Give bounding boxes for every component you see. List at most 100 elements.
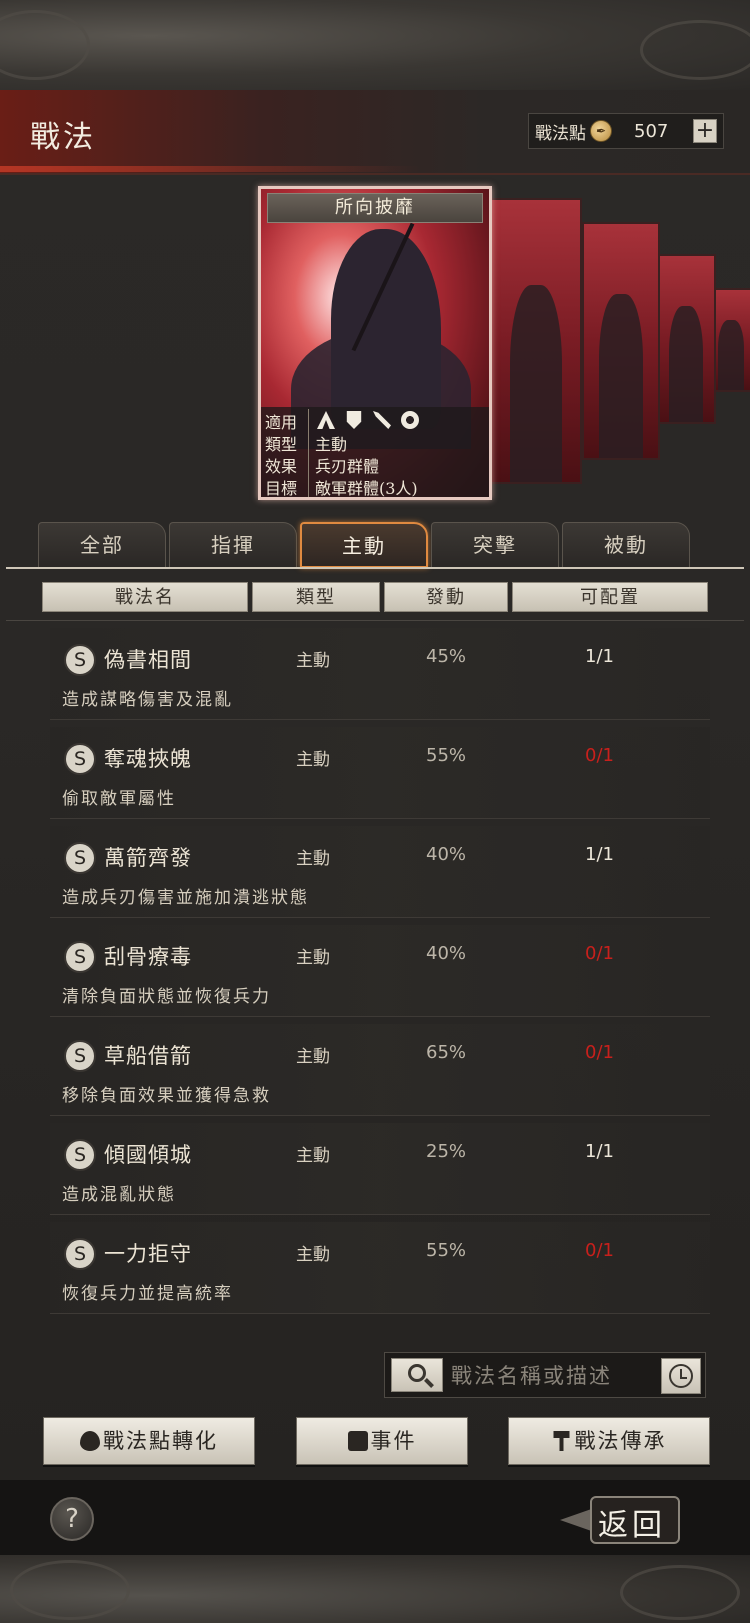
tactic-points-label: 戰法點 [535,123,586,144]
tactic-description: 造成混亂狀態 [62,1185,176,1205]
tactic-name: 偽書相間 [104,648,192,672]
event-button[interactable]: 事件 [296,1417,468,1465]
featured-tactic-card[interactable]: 所向披靡 適用 類型 主動 效果 兵刃群體 目標 敵軍群體(3人) [258,186,492,500]
tactic-points-box: 戰法點 ✒ 507 + [528,113,724,149]
tactic-description: 恢復兵力並提高統率 [62,1284,233,1304]
general-silhouette [331,229,441,429]
column-header-type[interactable]: 類型 [252,582,380,612]
search-icon-handle [424,1378,434,1388]
bow-icon [373,411,391,429]
tactic-rate: 55% [426,745,467,766]
tab-command[interactable]: 指揮 [169,522,297,568]
inherit-button[interactable]: 戰法傳承 [508,1417,710,1465]
grade-badge: S [64,1040,96,1072]
column-header-rate[interactable]: 發動 [384,582,508,612]
tactic-rate: 55% [426,1240,467,1261]
wheel-icon [401,411,419,429]
tactic-type: 主動 [296,651,330,671]
list-item[interactable]: S 偽書相間 主動 45% 1/1 造成謀略傷害及混亂 [50,628,710,720]
tactic-points-value: 507 [634,120,669,142]
add-points-button[interactable]: + [693,119,717,143]
tactic-rate: 45% [426,646,467,667]
tactic-name: 奪魂挾魄 [104,747,192,771]
info-key: 效果 [265,453,309,476]
grade-badge: S [64,1238,96,1270]
tactic-name: 萬箭齊發 [104,846,192,870]
grade-badge: S [64,644,96,676]
page-title: 戰法 [30,120,96,155]
event-label: 事件 [370,1429,417,1453]
card-thumbnail[interactable] [582,222,660,460]
card-thumbnail[interactable] [490,198,582,484]
info-value: 兵刃群體 [315,457,380,476]
alert-icon [347,1431,368,1451]
list-item[interactable]: S 傾國傾城 主動 25% 1/1 造成混亂狀態 [50,1123,710,1215]
card-info-row: 效果 兵刃群體 [265,453,380,476]
tactic-name: 刮骨療毒 [104,945,192,969]
hammer-icon [553,1431,570,1451]
tactic-description: 清除負面狀態並恢復兵力 [62,987,271,1007]
tactic-rate: 25% [426,1141,467,1162]
tab-all[interactable]: 全部 [38,522,166,568]
applicable-unit-icons [309,409,419,431]
tactic-available: 1/1 [585,1141,614,1162]
grade-badge: S [64,1139,96,1171]
convert-points-label: 戰法點轉化 [103,1429,218,1453]
history-button[interactable] [661,1358,701,1394]
column-header-name[interactable]: 戰法名 [42,582,248,612]
convert-points-button[interactable]: 戰法點轉化 [43,1417,255,1465]
cloud-ornament [10,1560,130,1620]
list-item[interactable]: S 刮骨療毒 主動 40% 0/1 清除負面狀態並恢復兵力 [50,925,710,1017]
list-item[interactable]: S 萬箭齊發 主動 40% 1/1 造成兵刃傷害並施加潰逃狀態 [50,826,710,918]
card-info-row: 類型 主動 [265,431,347,454]
list-item[interactable]: S 奪魂挾魄 主動 55% 0/1 偷取敵軍屬性 [50,727,710,819]
tactic-rate: 40% [426,943,467,964]
tactic-description: 造成謀略傷害及混亂 [62,690,233,710]
inherit-label: 戰法傳承 [574,1429,667,1453]
cloud-ornament [620,1565,740,1620]
card-name: 所向披靡 [267,193,483,223]
search-input[interactable] [451,1359,651,1393]
card-info-row: 目標 敵軍群體(3人) [265,475,418,497]
info-key: 目標 [265,475,309,497]
coin-icon: ✒ [590,120,612,142]
search-bar [384,1352,706,1398]
info-value: 敵軍群體(3人) [315,479,418,498]
tactic-available: 0/1 [585,943,614,964]
tactic-available: 1/1 [585,844,614,865]
tactic-available: 0/1 [585,1042,614,1063]
cloud-ornament [640,20,750,80]
tactic-available: 1/1 [585,646,614,667]
card-thumbnail[interactable] [656,254,716,424]
back-button[interactable]: 返回 [560,1492,700,1548]
search-button[interactable] [391,1358,443,1392]
tactic-available: 0/1 [585,1240,614,1261]
list-item[interactable]: S 一力拒守 主動 55% 0/1 恢復兵力並提高統率 [50,1222,710,1314]
top-decor-band [0,0,750,90]
shield-icon [346,411,362,429]
help-button[interactable]: ? [50,1497,94,1541]
tactic-name: 草船借箭 [104,1044,192,1068]
tactic-type: 主動 [296,849,330,869]
tactic-name: 一力拒守 [104,1242,192,1266]
tactic-available: 0/1 [585,745,614,766]
tab-assault[interactable]: 突擊 [431,522,559,568]
category-tabs: 全部 指揮 主動 突擊 被動 [38,522,718,568]
grade-badge: S [64,743,96,775]
tab-active[interactable]: 主動 [300,522,428,568]
tab-divider [6,567,744,569]
tactic-description: 造成兵刃傷害並施加潰逃狀態 [62,888,309,908]
column-header-available[interactable]: 可配置 [512,582,708,612]
tactic-type: 主動 [296,1146,330,1166]
grade-badge: S [64,842,96,874]
tactic-description: 偷取敵軍屬性 [62,789,176,809]
tactic-type: 主動 [296,948,330,968]
flame-icon [80,1431,100,1451]
list-item[interactable]: S 草船借箭 主動 65% 0/1 移除負面效果並獲得急救 [50,1024,710,1116]
search-icon [408,1364,426,1382]
tab-passive[interactable]: 被動 [562,522,690,568]
info-key: 類型 [265,431,309,454]
tactic-name: 傾國傾城 [104,1143,192,1167]
clock-hand [680,1377,687,1379]
cavalry-icon [317,411,335,429]
